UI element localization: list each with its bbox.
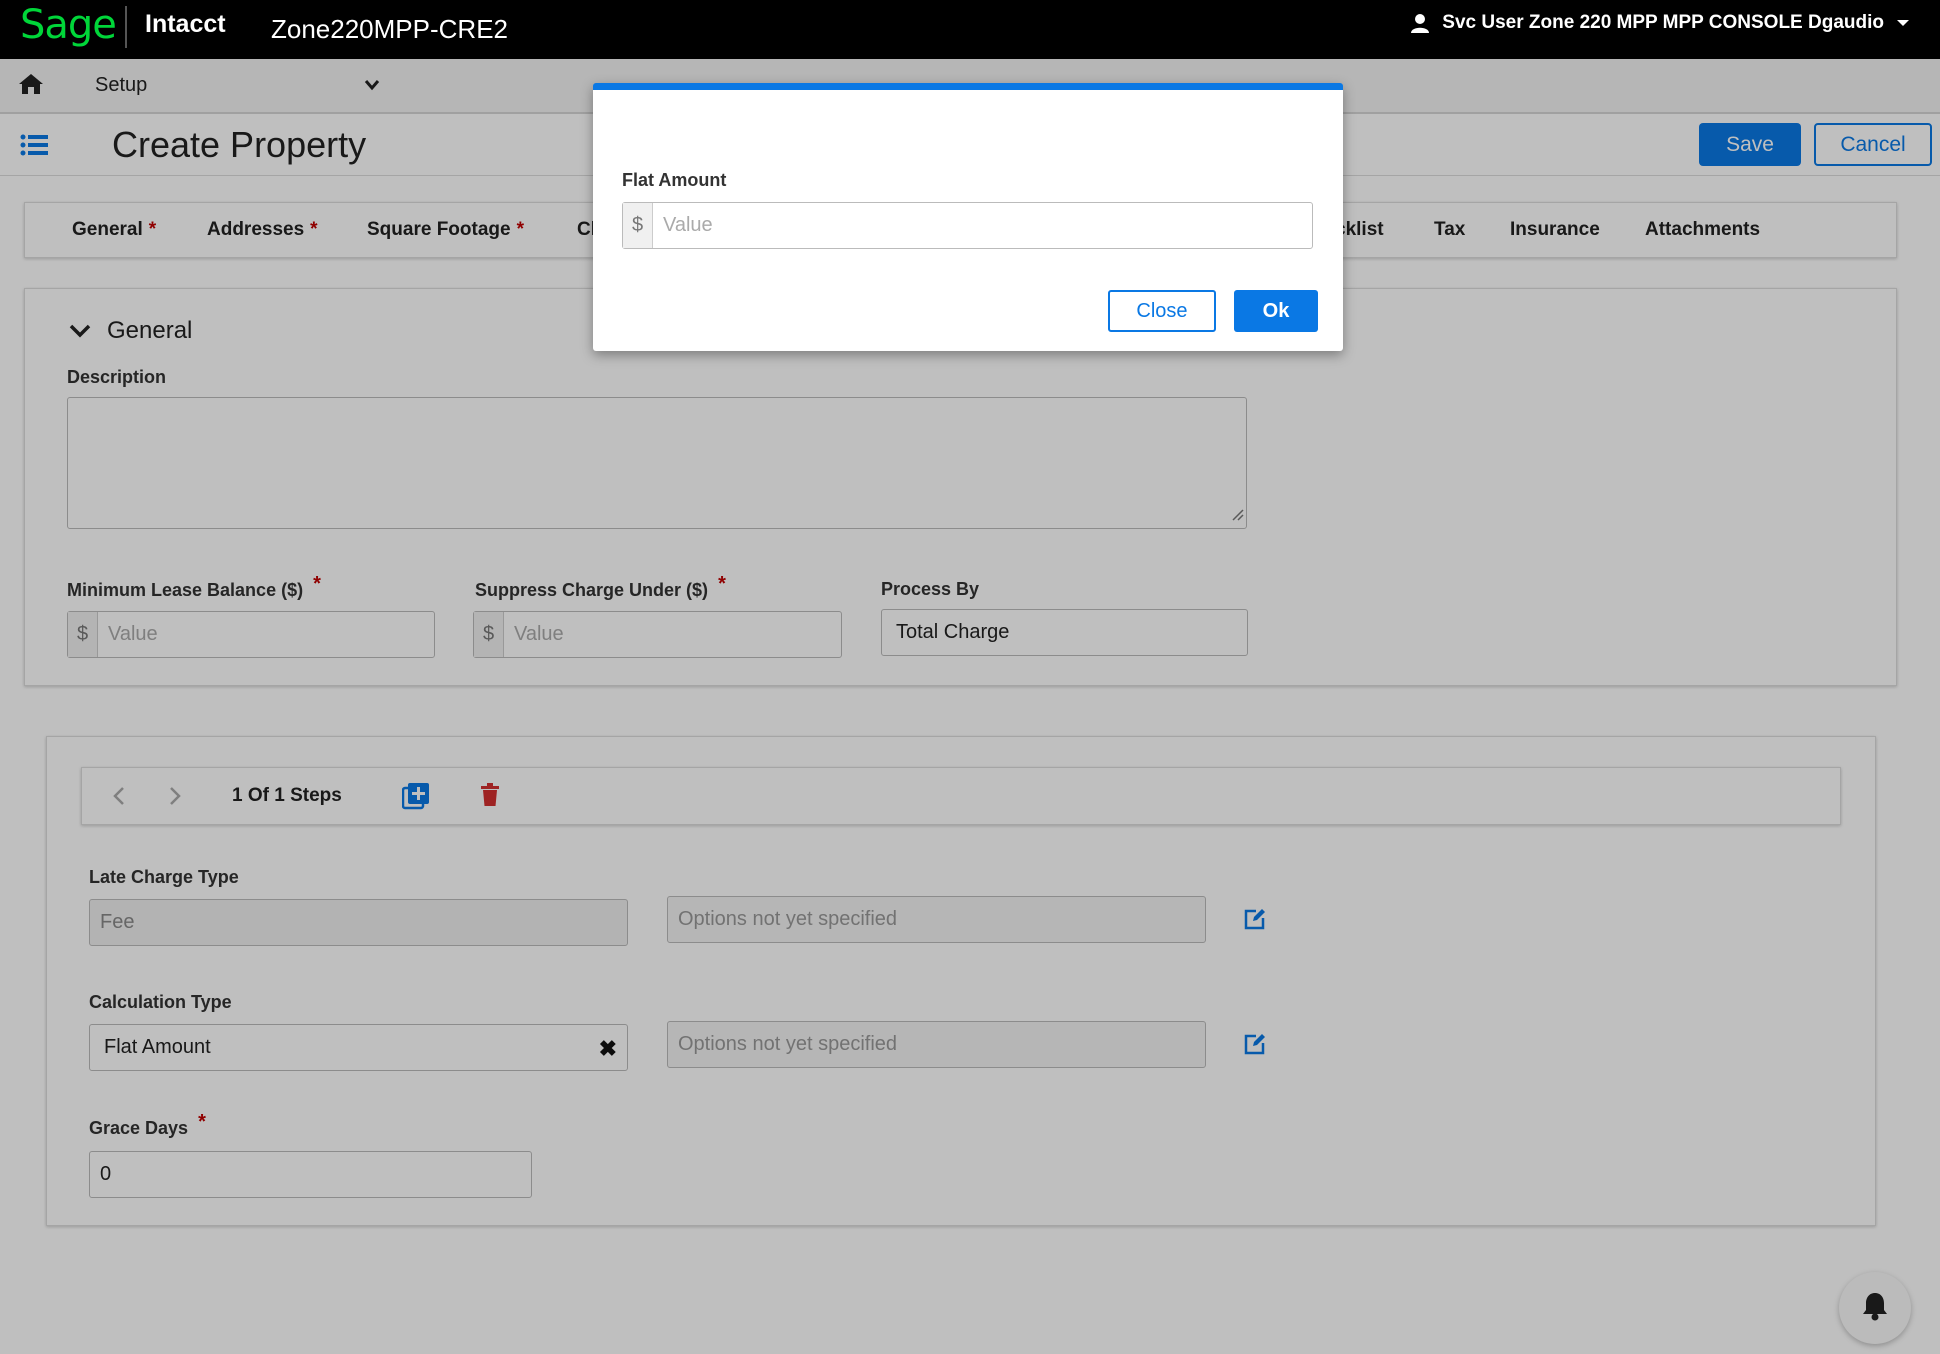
close-button[interactable]: Close xyxy=(1108,290,1216,332)
currency-symbol: $ xyxy=(623,203,653,248)
flat-amount-label: Flat Amount xyxy=(622,170,727,190)
user-menu[interactable]: Svc User Zone 220 MPP MPP CONSOLE Dgaudi… xyxy=(1410,12,1910,34)
divider xyxy=(125,6,127,48)
product-name: Intacct xyxy=(145,10,226,38)
top-bar: Sage Intacct Zone220MPP-CRE2 Svc User Zo… xyxy=(0,0,1940,59)
caret-down-icon xyxy=(1896,18,1910,28)
flat-amount-input[interactable]: $ Value xyxy=(622,202,1313,249)
flat-amount-dialog: Flat Amount $ Value Close Ok xyxy=(593,83,1343,351)
ok-button[interactable]: Ok xyxy=(1234,290,1318,332)
user-icon xyxy=(1410,13,1430,33)
sage-logo[interactable]: Sage xyxy=(20,2,117,48)
user-name: Svc User Zone 220 MPP MPP CONSOLE Dgaudi… xyxy=(1442,12,1884,33)
company-name[interactable]: Zone220MPP-CRE2 xyxy=(271,14,508,45)
input-placeholder: Value xyxy=(663,214,713,236)
